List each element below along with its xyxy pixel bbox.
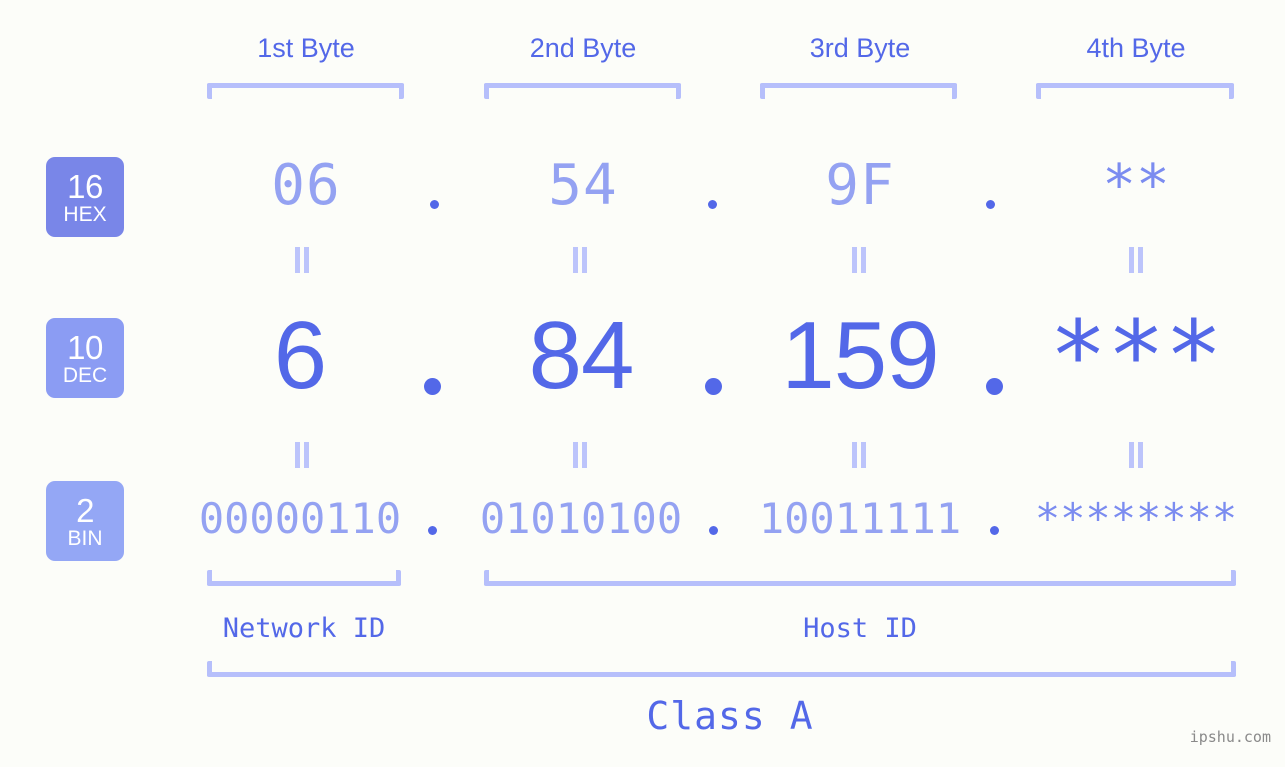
byte-bracket-4 bbox=[1036, 83, 1234, 99]
dec-separator-dot-1 bbox=[424, 378, 441, 395]
class-bracket bbox=[207, 661, 1236, 677]
base-badge-dec-name: DEC bbox=[62, 363, 108, 387]
ip-address-byte-breakdown-diagram: 1st Byte 2nd Byte 3rd Byte 4th Byte 16 H… bbox=[0, 0, 1285, 767]
bin-separator-dot-1 bbox=[428, 526, 437, 535]
bin-value-byte-3: 10011111 bbox=[758, 494, 962, 543]
bin-value-byte-4: ******** bbox=[1034, 494, 1238, 543]
hex-separator-dot-3 bbox=[986, 200, 995, 209]
byte-header-4: 4th Byte bbox=[1086, 33, 1186, 63]
equals-icon-hex-dec-2 bbox=[572, 247, 588, 273]
byte-header-1: 1st Byte bbox=[257, 33, 355, 63]
equals-icon-hex-dec-4 bbox=[1128, 247, 1144, 273]
bin-separator-dot-3 bbox=[990, 526, 999, 535]
equals-icon-dec-bin-3 bbox=[851, 442, 867, 468]
base-badge-hex-name: HEX bbox=[63, 202, 107, 226]
host-id-label: Host ID bbox=[803, 613, 917, 644]
byte-bracket-2 bbox=[484, 83, 681, 99]
byte-bracket-3 bbox=[760, 83, 957, 99]
dec-value-byte-1: 6 bbox=[273, 302, 327, 409]
byte-header-3: 3rd Byte bbox=[809, 33, 911, 63]
equals-icon-dec-bin-4 bbox=[1128, 442, 1144, 468]
network-id-label: Network ID bbox=[222, 613, 386, 644]
watermark: ipshu.com bbox=[1189, 728, 1271, 746]
equals-icon-hex-dec-3 bbox=[851, 247, 867, 273]
hex-value-byte-2: 54 bbox=[548, 153, 618, 218]
class-label: Class A bbox=[646, 694, 814, 738]
dec-value-byte-4: *** bbox=[1049, 300, 1223, 412]
network-id-bracket bbox=[207, 570, 401, 586]
hex-separator-dot-2 bbox=[708, 200, 717, 209]
base-badge-bin-name: BIN bbox=[67, 526, 103, 550]
bin-separator-dot-2 bbox=[709, 526, 718, 535]
equals-icon-dec-bin-2 bbox=[572, 442, 588, 468]
base-badge-hex: 16 HEX bbox=[46, 157, 124, 237]
dec-separator-dot-2 bbox=[705, 378, 722, 395]
byte-bracket-1 bbox=[207, 83, 404, 99]
hex-value-byte-3: 9F bbox=[825, 153, 895, 218]
hex-value-byte-4: ** bbox=[1102, 153, 1170, 218]
base-badge-dec: 10 DEC bbox=[46, 318, 124, 398]
equals-icon-dec-bin-1 bbox=[294, 442, 310, 468]
bin-value-byte-1: 00000110 bbox=[198, 494, 402, 543]
byte-header-2: 2nd Byte bbox=[529, 33, 637, 63]
base-badge-bin: 2 BIN bbox=[46, 481, 124, 561]
base-badge-hex-number: 16 bbox=[67, 167, 103, 205]
dec-value-byte-3: 159 bbox=[781, 302, 939, 409]
hex-value-byte-1: 06 bbox=[271, 153, 341, 218]
dec-value-byte-2: 84 bbox=[528, 302, 635, 409]
dec-separator-dot-3 bbox=[986, 378, 1003, 395]
base-badge-bin-number: 2 bbox=[76, 491, 94, 529]
base-badge-dec-number: 10 bbox=[67, 328, 103, 366]
equals-icon-hex-dec-1 bbox=[294, 247, 310, 273]
host-id-bracket bbox=[484, 570, 1236, 586]
bin-value-byte-2: 01010100 bbox=[479, 494, 683, 543]
hex-separator-dot-1 bbox=[430, 200, 439, 209]
